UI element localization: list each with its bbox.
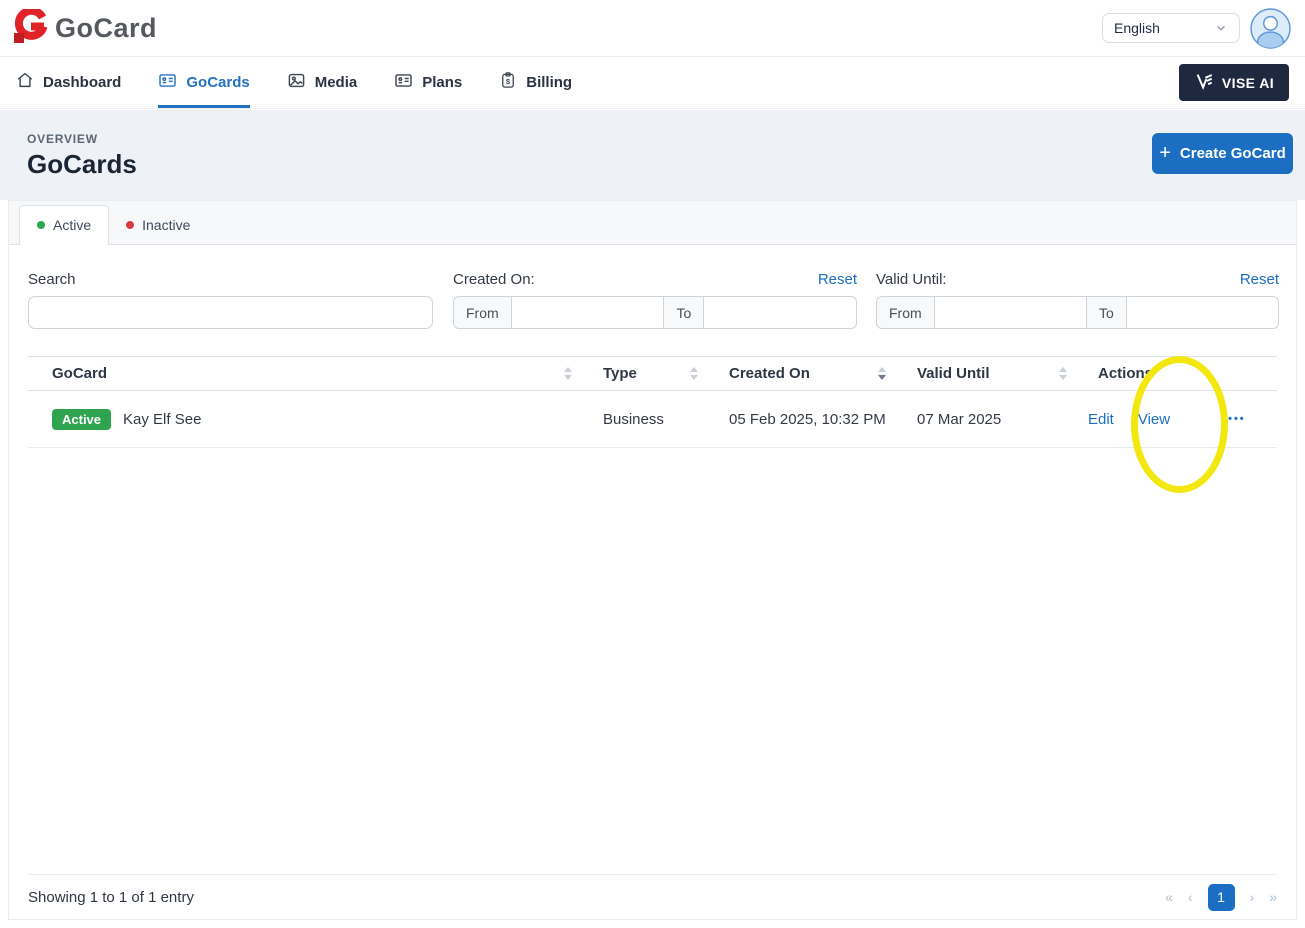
table-footer: Showing 1 to 1 of 1 entry « ‹ 1 › »	[28, 874, 1277, 919]
page-title: GoCards	[27, 149, 137, 179]
nav-item-gocards[interactable]: GoCards	[158, 57, 250, 108]
tab-active[interactable]: Active	[19, 205, 110, 245]
view-link[interactable]: View	[1138, 411, 1170, 428]
nav-item-plans[interactable]: Plans	[394, 57, 462, 108]
tab-active-label: Active	[53, 217, 92, 233]
created-on-reset-link[interactable]: Reset	[818, 271, 857, 288]
nav-label: Dashboard	[43, 73, 122, 91]
vise-ai-icon	[1194, 71, 1214, 94]
column-header-valid-until[interactable]: Valid Until	[893, 357, 1074, 390]
search-filter: Search	[28, 271, 433, 329]
active-status-dot	[37, 221, 45, 229]
filters-row: Search Created On: Reset From To Valid U…	[9, 271, 1296, 337]
pagination-first-button[interactable]: «	[1165, 889, 1173, 905]
column-header-actions: Actions	[1098, 365, 1154, 382]
nav-label: Media	[314, 73, 358, 91]
search-input[interactable]	[28, 296, 433, 329]
sort-icon	[689, 366, 699, 381]
created-from-label: From	[453, 296, 512, 329]
nav-item-dashboard[interactable]: Dashboard	[16, 57, 121, 108]
valid-until-reset-link[interactable]: Reset	[1240, 271, 1279, 288]
billing-icon: $	[499, 71, 517, 93]
sort-icon	[1058, 366, 1068, 381]
column-header-gocard[interactable]: GoCard	[28, 357, 579, 390]
pagination-page-1[interactable]: 1	[1207, 883, 1235, 911]
actions-cell: Edit View •••	[1074, 391, 1277, 447]
gocards-panel: Active Inactive Search Created On: Reset	[8, 200, 1297, 920]
main-nav: Dashboard GoCards Media Plans $ Billing	[0, 57, 1305, 109]
column-header-type[interactable]: Type	[579, 357, 705, 390]
valid-from-label: From	[876, 296, 935, 329]
valid-to-input[interactable]	[1126, 296, 1279, 329]
chevron-down-icon	[1214, 21, 1228, 35]
table-header-row: GoCard Type Created On Valid Until Actio…	[28, 356, 1277, 391]
status-badge: Active	[52, 408, 112, 430]
vise-ai-label: VISE AI	[1221, 74, 1274, 91]
valid-until-filter: Valid Until: Reset From To	[876, 271, 1279, 329]
inactive-status-dot	[126, 221, 135, 229]
language-select[interactable]: English	[1102, 13, 1240, 43]
gocard-name: Kay Elf See	[123, 410, 202, 428]
image-icon	[287, 71, 306, 94]
gocards-table: GoCard Type Created On Valid Until Actio…	[28, 356, 1277, 448]
language-value: English	[1114, 20, 1160, 36]
created-from-input[interactable]	[511, 296, 665, 329]
edit-link[interactable]: Edit	[1088, 411, 1114, 428]
created-on-range: From To	[453, 296, 857, 329]
id-card-icon	[158, 71, 177, 94]
gocard-logo-icon	[14, 6, 48, 48]
id-card-icon	[394, 71, 413, 94]
valid-until-label: Valid Until:	[876, 270, 947, 288]
top-bar: GoCard English	[0, 0, 1305, 57]
create-gocard-button[interactable]: + Create GoCard	[1152, 133, 1293, 174]
search-label: Search	[28, 270, 76, 288]
valid-until-cell: 07 Mar 2025	[917, 410, 1002, 428]
breadcrumb-eyebrow: OVERVIEW	[27, 132, 98, 146]
gocard-cell: Active Kay Elf See	[28, 391, 579, 447]
nav-label: Billing	[526, 73, 573, 91]
home-icon	[16, 71, 34, 93]
status-tabbar: Active Inactive	[9, 201, 1296, 245]
created-on-label: Created On:	[453, 270, 535, 288]
created-to-input[interactable]	[704, 296, 857, 329]
brand-name: GoCard	[55, 12, 158, 43]
vise-ai-button[interactable]: VISE AI	[1178, 64, 1289, 101]
sort-desc-icon	[877, 366, 887, 381]
nav-item-billing[interactable]: $ Billing	[499, 57, 572, 108]
created-on-filter: Created On: Reset From To	[453, 271, 857, 329]
page-header: OVERVIEW GoCards + Create GoCard	[0, 110, 1305, 200]
created-on-cell: 05 Feb 2025, 10:32 PM	[729, 410, 886, 428]
type-cell: Business	[603, 410, 664, 428]
nav-item-media[interactable]: Media	[287, 57, 358, 108]
svg-text:$: $	[506, 77, 511, 86]
table-row: Active Kay Elf See Business 05 Feb 2025,…	[28, 391, 1277, 448]
created-to-label: To	[664, 296, 705, 329]
pagination: « ‹ 1 › »	[1165, 883, 1277, 911]
user-avatar[interactable]	[1250, 7, 1291, 49]
nav-label: GoCards	[186, 73, 250, 91]
valid-to-label: To	[1086, 296, 1127, 329]
sort-icon	[563, 366, 573, 381]
valid-from-input[interactable]	[934, 296, 1087, 329]
valid-until-range: From To	[876, 296, 1279, 329]
tab-inactive[interactable]: Inactive	[109, 205, 207, 245]
gocard-app: GoCard English Dashboard GoCards Media P…	[0, 0, 1305, 928]
create-gocard-label: Create GoCard	[1179, 145, 1286, 162]
pagination-next-button[interactable]: ›	[1250, 889, 1255, 905]
entries-summary: Showing 1 to 1 of 1 entry	[28, 888, 194, 906]
tab-inactive-label: Inactive	[142, 217, 191, 233]
nav-label: Plans	[422, 73, 463, 91]
pagination-prev-button[interactable]: ‹	[1188, 889, 1193, 905]
pagination-last-button[interactable]: »	[1269, 889, 1277, 905]
brand-logo[interactable]: GoCard	[14, 6, 158, 48]
column-header-created-on[interactable]: Created On	[705, 357, 893, 390]
more-actions-button[interactable]: •••	[1228, 413, 1246, 425]
plus-icon: +	[1159, 141, 1171, 164]
